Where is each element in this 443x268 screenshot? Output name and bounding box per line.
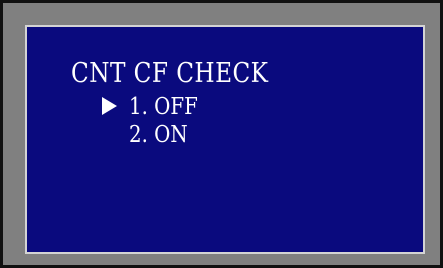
monitor-bezel: CNT CF CHECK 1. OFF 2. ON: [0, 0, 443, 268]
menu-option-label: 2. ON: [129, 122, 188, 148]
menu-option-label: 1. OFF: [129, 94, 198, 120]
menu-title: CNT CF CHECK: [71, 58, 269, 89]
menu-option-off[interactable]: 1. OFF: [99, 93, 209, 121]
menu-options-list: 1. OFF 2. ON: [99, 93, 209, 149]
menu-option-on[interactable]: 2. ON: [99, 121, 209, 149]
right-pointer-icon: [102, 97, 117, 115]
osd-menu-screen: CNT CF CHECK 1. OFF 2. ON: [25, 25, 425, 254]
